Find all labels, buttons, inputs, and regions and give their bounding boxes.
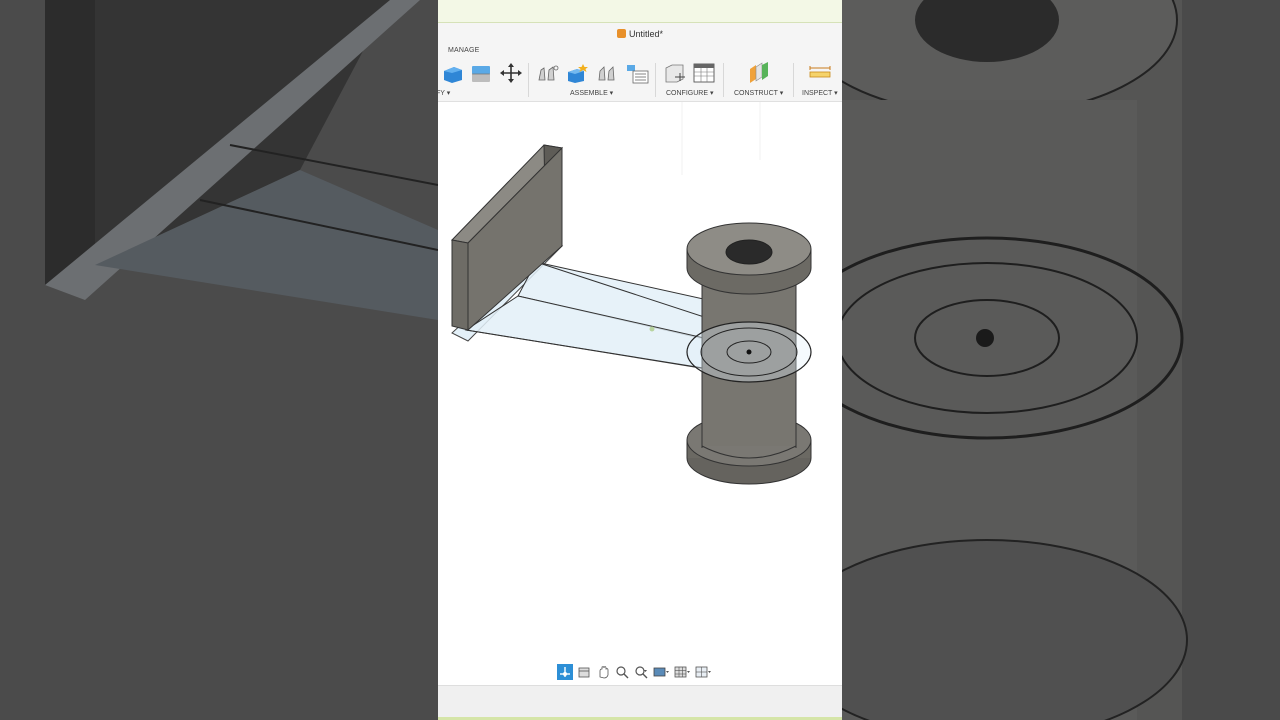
blue-box-icon[interactable] — [440, 62, 464, 84]
press-pull-icon[interactable] — [469, 62, 493, 84]
new-component-icon[interactable] — [565, 62, 589, 84]
status-bar — [438, 685, 842, 718]
bill-of-materials-icon[interactable] — [625, 62, 649, 84]
top-strip — [438, 0, 842, 23]
group-label-construct[interactable]: CONSTRUCT ▾ — [734, 89, 783, 97]
move-icon[interactable] — [499, 62, 523, 84]
navigation-bar — [557, 663, 712, 681]
toolbar-separator — [655, 63, 656, 97]
toolbar-separator — [793, 63, 794, 97]
document-icon — [616, 29, 626, 38]
pan-icon[interactable] — [595, 664, 611, 680]
viewports-icon[interactable] — [694, 664, 712, 680]
fusion-app-window: Untitled* MANAGE FY ▾ ASSEMBLE ▾ CONFIGU… — [438, 0, 842, 720]
background-blur-right — [842, 0, 1280, 720]
toolbar-separator — [723, 63, 724, 97]
toolbar-separator — [528, 63, 529, 97]
background-geometry-right — [842, 0, 1280, 720]
model-scene[interactable] — [438, 102, 842, 685]
document-title: Untitled* — [628, 29, 664, 39]
as-built-joint-icon[interactable] — [595, 62, 619, 84]
group-label-assemble[interactable]: ASSEMBLE ▾ — [570, 89, 613, 97]
group-label-configure[interactable]: CONFIGURE ▾ — [666, 89, 713, 97]
sketch-circles[interactable] — [686, 321, 812, 383]
measure-icon[interactable] — [808, 62, 832, 84]
background-geometry-left — [0, 0, 438, 720]
document-title-bar: Untitled* — [438, 23, 842, 45]
group-label-modify[interactable]: FY ▾ — [438, 89, 450, 97]
ribbon-toolbar: MANAGE FY ▾ ASSEMBLE ▾ CONFIGURE ▾ CONST… — [438, 45, 842, 102]
sketch-point[interactable] — [649, 326, 655, 332]
orbit-icon[interactable] — [557, 664, 573, 680]
plane-icon[interactable] — [747, 62, 771, 84]
display-settings-icon[interactable] — [652, 664, 670, 680]
look-at-icon[interactable] — [576, 664, 592, 680]
configuration-table-icon[interactable] — [692, 62, 716, 84]
background-blur-left — [0, 0, 438, 720]
group-label-inspect[interactable]: INSPECT ▾ — [802, 89, 838, 97]
joint-icon[interactable] — [536, 62, 560, 84]
parameter-icon[interactable] — [663, 62, 687, 84]
grid-icon[interactable] — [673, 664, 691, 680]
zoom-icon[interactable] — [614, 664, 630, 680]
fit-icon[interactable] — [633, 664, 649, 680]
tab-manage[interactable]: MANAGE — [448, 47, 480, 54]
canvas-viewport[interactable] — [438, 102, 842, 685]
